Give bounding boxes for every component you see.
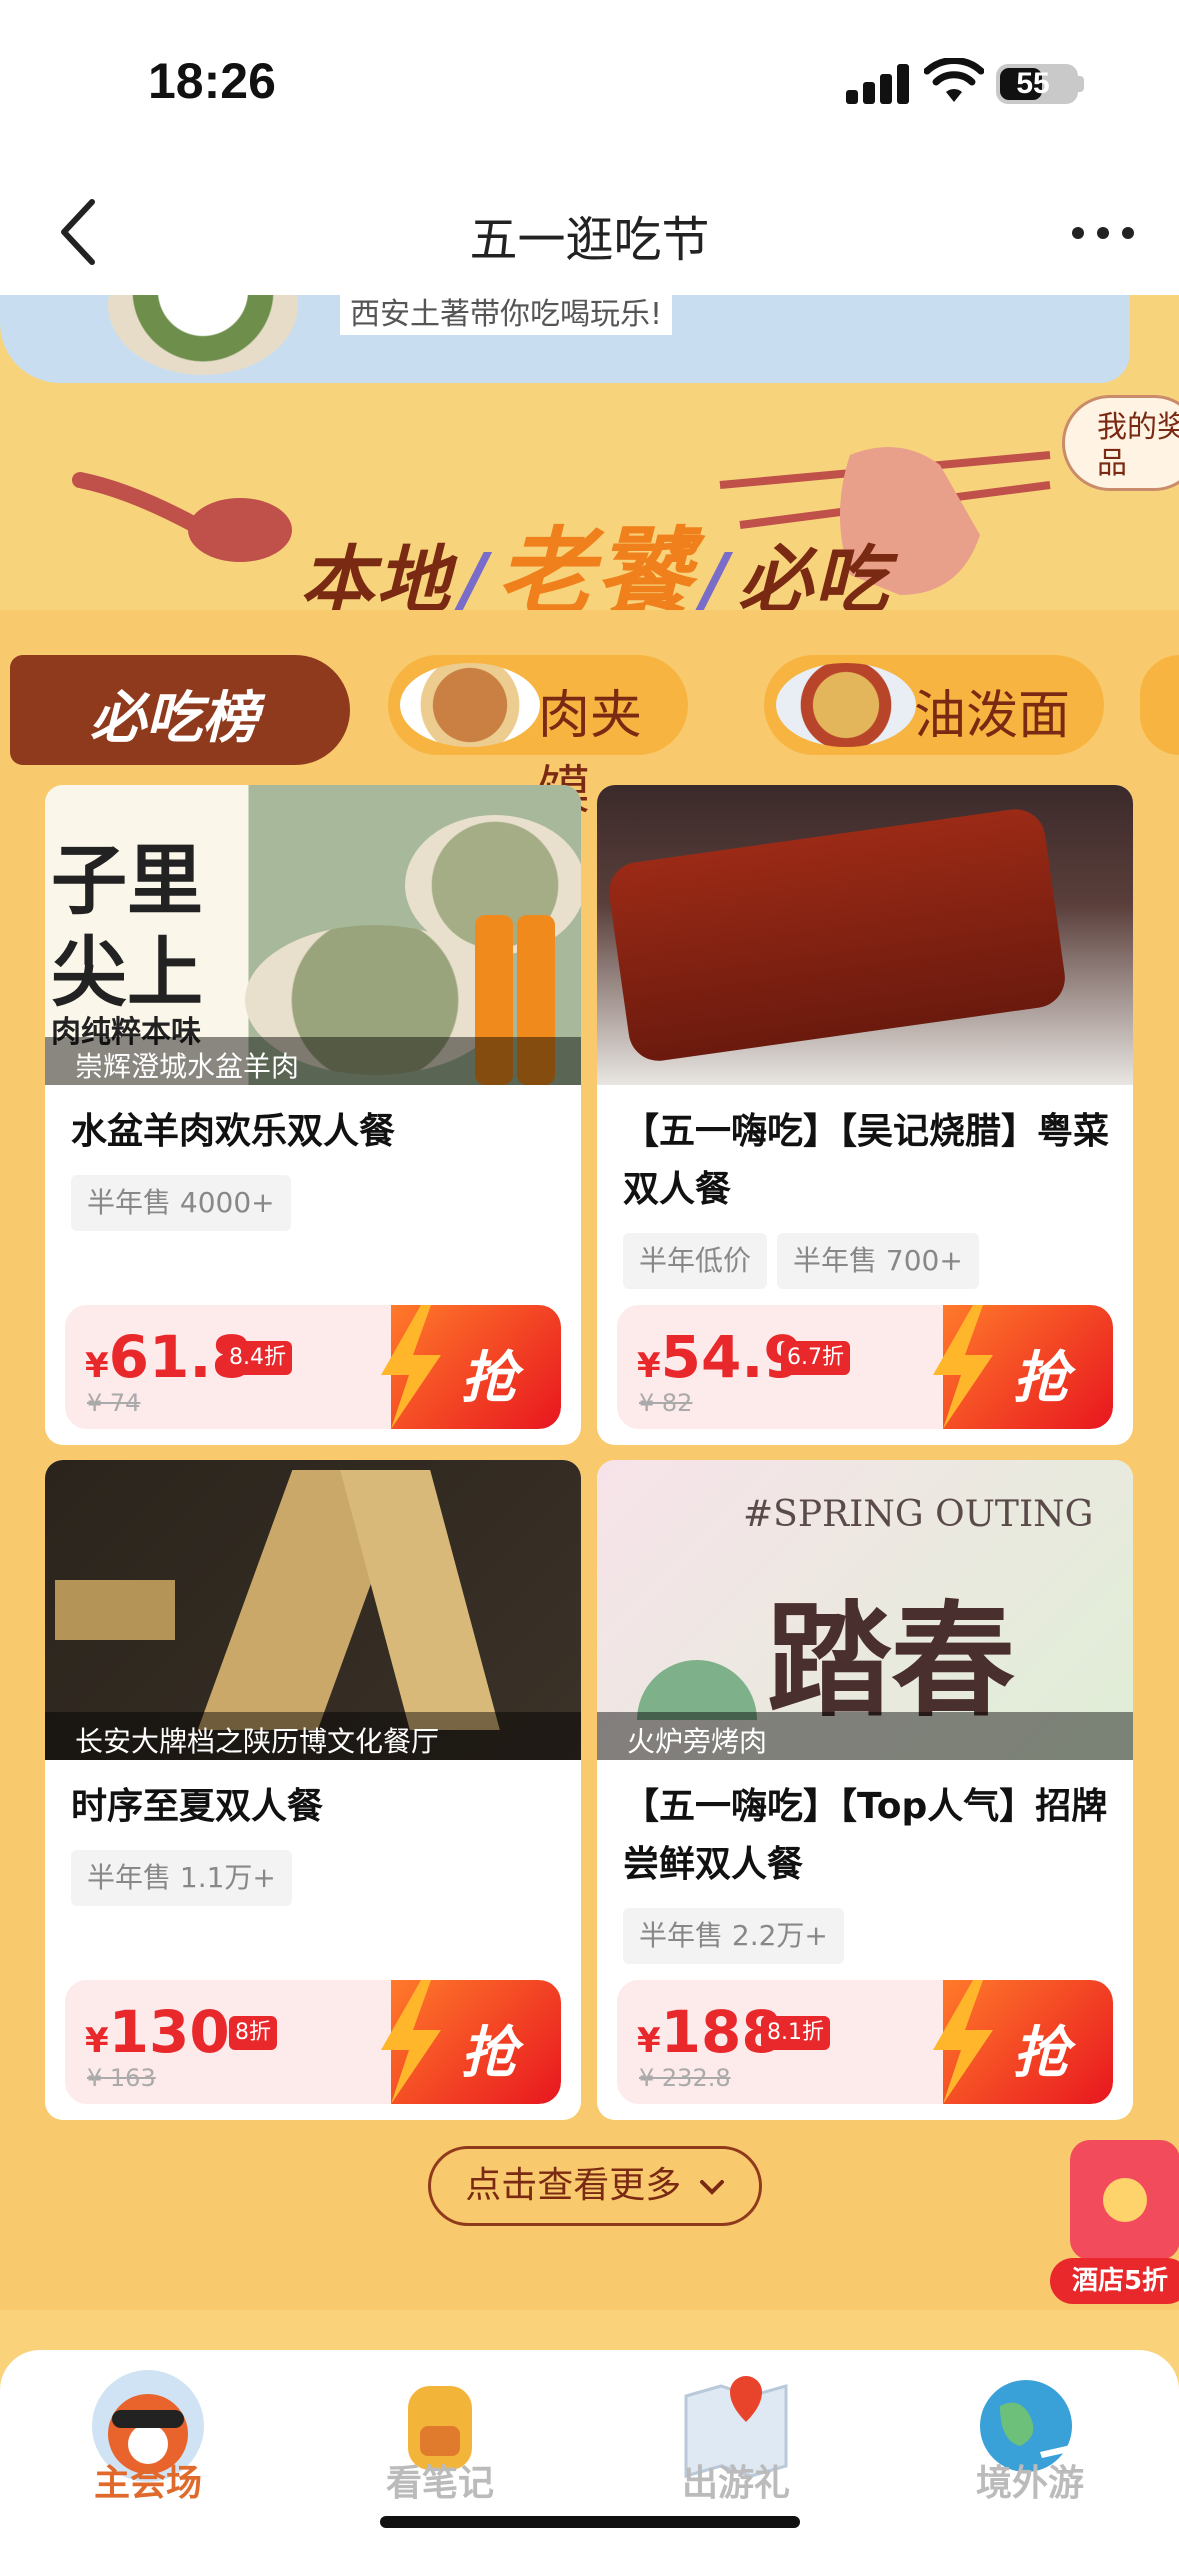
status-bar: 18:26 55: [0, 0, 1179, 170]
grab-button[interactable]: 抢: [933, 1980, 1113, 2104]
chevron-down-icon: [699, 2180, 724, 2195]
tab-roujiamo[interactable]: 肉夹馍: [388, 655, 688, 821]
cellular-signal-icon: [846, 64, 910, 104]
hotel-discount-badge[interactable]: 酒店5折: [1050, 2258, 1179, 2304]
view-more-button[interactable]: 点击查看更多: [428, 2146, 762, 2226]
tab-youpo-noodles[interactable]: 油泼面: [764, 655, 1104, 755]
view-more-label: 点击查看更多: [465, 2165, 682, 2206]
spoon-icon: [72, 472, 292, 562]
buy-bar[interactable]: ¥188 8.1折 ¥ 232.8 抢: [617, 1980, 1113, 2104]
buy-bar[interactable]: ¥130 8折 ¥ 163 抢: [65, 1980, 561, 2104]
more-options-icon[interactable]: [1068, 210, 1138, 256]
sales-tag: 半年售 700+: [777, 1233, 979, 1289]
tab-youpo-label: 油泼面: [914, 686, 1071, 746]
product-title: 时序至夏双人餐: [71, 1786, 324, 1827]
home-indicator: [380, 2516, 800, 2528]
tabbar-main-venue[interactable]: 主会场: [38, 2350, 258, 2556]
product-image: [597, 785, 1133, 1085]
product-card[interactable]: #SPRING OUTING 踏春 火炉旁烤肉 【五一嗨吃】【Top人气】招牌尝…: [597, 1460, 1133, 2120]
my-prizes-button[interactable]: 我的奖品: [1062, 395, 1179, 491]
product-title: 【五一嗨吃】【吴记烧腊】粤菜双人餐: [623, 1111, 1110, 1210]
grab-label: 抢: [1013, 1346, 1069, 1411]
original-price: ¥ 232.8: [639, 2064, 731, 2092]
product-card[interactable]: 【五一嗨吃】【吴记烧腊】粤菜双人餐 半年低价 半年售 700+ ¥54.9 6.…: [597, 785, 1133, 1445]
page-title: 五一逛吃节: [469, 212, 710, 268]
shop-name: 长安大牌档之陕历博文化餐厅: [45, 1712, 581, 1760]
discount-badge: 8折: [229, 2016, 277, 2050]
grab-label: 抢: [461, 2021, 517, 2086]
discount-badge: 6.7折: [781, 1341, 850, 1375]
lightning-icon: [933, 1980, 993, 2104]
original-price: ¥ 74: [87, 1389, 141, 1417]
buy-bar[interactable]: ¥54.9 6.7折 ¥ 82 抢: [617, 1305, 1113, 1429]
grab-label: 抢: [1013, 2021, 1069, 2086]
battery-level: 55: [1016, 67, 1050, 100]
shop-name: 崇辉澄城水盆羊肉: [45, 1037, 581, 1085]
lightning-icon: [381, 1305, 441, 1429]
nav-bar: 五一逛吃节: [0, 170, 1179, 295]
roujiamo-icon: [400, 663, 540, 747]
tabbar-overseas[interactable]: 境外游: [920, 2350, 1140, 2556]
original-price: ¥ 82: [639, 1389, 693, 1417]
shop-name: 火炉旁烤肉: [597, 1712, 1133, 1760]
battery-icon: 55: [996, 64, 1078, 104]
product-tags: 半年低价 半年售 700+: [623, 1233, 979, 1289]
product-tags: 半年售 2.2万+: [623, 1908, 844, 1964]
tabbar-label: 看笔记: [385, 2463, 494, 2504]
sales-tag: 半年售 1.1万+: [71, 1850, 292, 1906]
hero-title: 本地/老饕 / 必吃: [300, 495, 890, 625]
product-tags: 半年售 1.1万+: [71, 1850, 292, 1906]
grab-button[interactable]: 抢: [381, 1980, 561, 2104]
product-title: 【五一嗨吃】【Top人气】招牌尝鲜双人餐: [623, 1786, 1108, 1885]
tabbar-label: 境外游: [975, 2463, 1084, 2504]
tabbar-label: 出游礼: [681, 2463, 790, 2504]
image-caption-small: #SPRING OUTING: [743, 1494, 1094, 1535]
discount-badge: 8.1折: [761, 2016, 830, 2050]
product-tags: 半年售 4000+: [71, 1175, 291, 1231]
battery-tip: [1078, 76, 1084, 92]
price: ¥130: [85, 1998, 230, 2066]
grab-button[interactable]: 抢: [933, 1305, 1113, 1429]
tabbar-label: 主会场: [93, 2463, 202, 2504]
lightning-icon: [933, 1305, 993, 1429]
sales-tag: 半年售 2.2万+: [623, 1908, 844, 1964]
hero-banner-text: 西安土著带你吃喝玩乐!: [340, 295, 673, 335]
tab-must-eat-label: 必吃榜: [90, 686, 258, 751]
price: ¥54.9: [637, 1323, 804, 1391]
tab-must-eat[interactable]: 必吃榜: [10, 655, 350, 765]
low-price-tag: 半年低价: [623, 1233, 768, 1289]
product-card[interactable]: 子里 尖上 肉纯粹本味 崇辉澄城水盆羊肉 水盆羊肉欢乐双人餐 半年售 4000+…: [45, 785, 581, 1445]
grab-label: 抢: [461, 1346, 517, 1411]
sales-tag: 半年售 4000+: [71, 1175, 291, 1231]
product-title: 水盆羊肉欢乐双人餐: [71, 1111, 396, 1152]
noodles-icon: [776, 663, 916, 747]
grab-button[interactable]: 抢: [381, 1305, 561, 1429]
buy-bar[interactable]: ¥61.8 8.4折 ¥ 74 抢: [65, 1305, 561, 1429]
image-caption-large: 子里 尖上: [51, 836, 203, 1017]
discount-badge: 8.4折: [223, 1341, 292, 1375]
wifi-icon: [924, 58, 984, 102]
lightning-icon: [381, 1980, 441, 2104]
original-price: ¥ 163: [87, 2064, 156, 2092]
hero-banner: 西安土著带你吃喝玩乐! 本地/老饕 / 必吃 我的奖品: [0, 295, 1179, 625]
status-time: 18:26: [148, 53, 276, 109]
product-card[interactable]: 长安大牌档之陕历博文化餐厅 时序至夏双人餐 半年售 1.1万+ ¥130 8折 …: [45, 1460, 581, 2120]
hero-title-mid: 老饕: [497, 517, 694, 625]
